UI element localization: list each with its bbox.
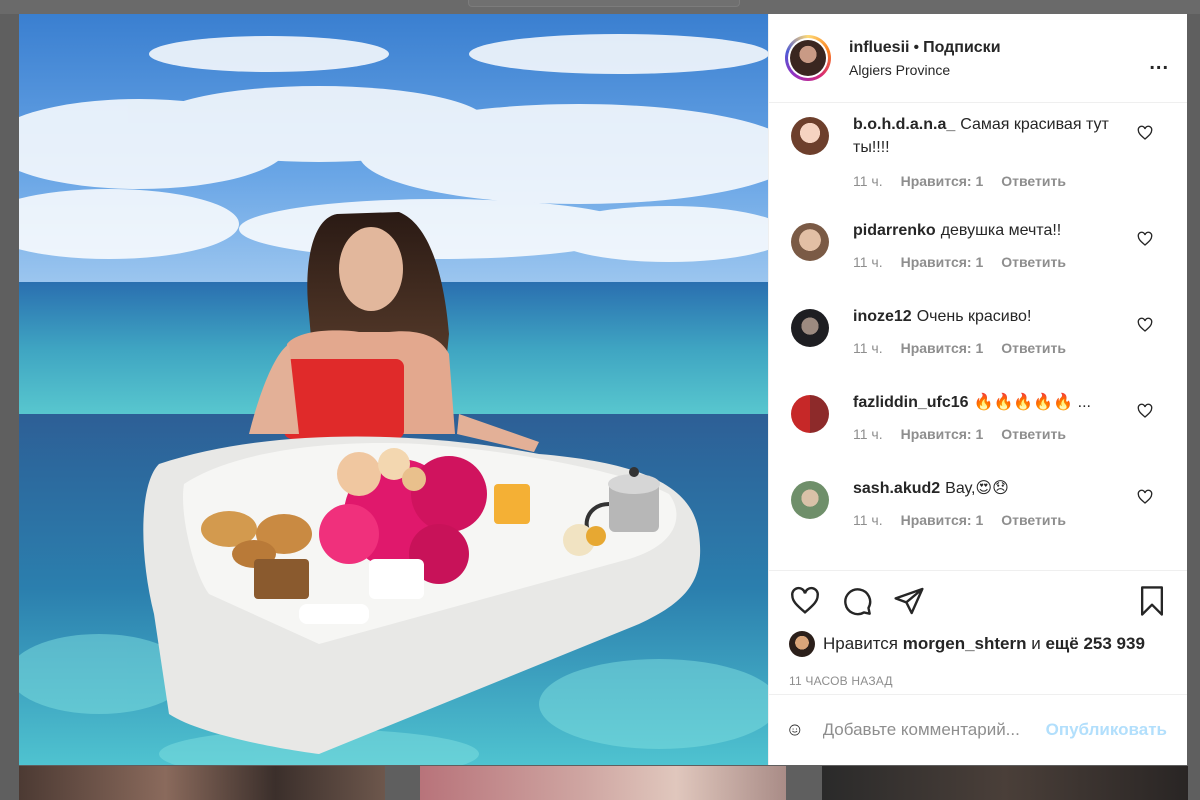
comment-likes[interactable]: Нравится: 1: [901, 340, 984, 356]
add-comment-bar: Опубликовать: [769, 694, 1187, 765]
comment-likes[interactable]: Нравится: 1: [901, 173, 984, 189]
comment-heart-icon[interactable]: [1137, 489, 1153, 505]
comment-item: b.o.h.d.a.n.a_ Самая красивая тут ты!!!! …: [769, 113, 1187, 191]
post-photo[interactable]: [19, 14, 768, 765]
likes-count[interactable]: ещё 253 939: [1045, 634, 1144, 654]
comment-time[interactable]: 11 ч.: [853, 254, 883, 270]
comment-item: fazliddin_ufc16 🔥🔥🔥🔥🔥 ... 11 ч. Нравится: …: [769, 391, 1187, 477]
comment-text: Вау,😍😞: [945, 480, 1009, 497]
post-time[interactable]: 11 ЧАСОВ НАЗАД: [789, 674, 1167, 688]
comment-heart-icon[interactable]: [1137, 125, 1153, 141]
comment-likes[interactable]: Нравится: 1: [901, 512, 984, 528]
liker-username[interactable]: morgen_shtern: [903, 634, 1027, 654]
comment-heart-icon[interactable]: [1137, 403, 1153, 419]
commenter-avatar[interactable]: [791, 395, 829, 433]
comment-username[interactable]: inoze12: [853, 308, 912, 325]
comment-item: sash.akud2 Вау,😍😞 11 ч. Нравится: 1 Ответит…: [769, 477, 1187, 563]
more-icon[interactable]: ...: [1149, 52, 1169, 75]
comment-item: pidarrenko девушка мечта!! 11 ч. Нравится:…: [769, 219, 1187, 305]
separator-dot: •: [913, 39, 920, 56]
comment-username[interactable]: pidarrenko: [853, 222, 936, 239]
post-location[interactable]: Algiers Province: [849, 62, 1001, 78]
background-post-thumbnail: [420, 766, 786, 800]
comment-username[interactable]: b.o.h.d.a.n.a_: [853, 116, 955, 133]
post-side-panel: influesii • Подписки Algiers Province ... …: [768, 14, 1187, 765]
comment-text: 🔥🔥🔥🔥🔥 ...: [973, 394, 1091, 411]
emoji-icon[interactable]: [789, 715, 801, 745]
reply-button[interactable]: Ответить: [1001, 426, 1066, 442]
background-search-bar: [468, 0, 740, 7]
comment-likes[interactable]: Нравится: 1: [901, 426, 984, 442]
comment-username[interactable]: sash.akud2: [853, 480, 940, 497]
comment-time[interactable]: 11 ч.: [853, 512, 883, 528]
author-avatar[interactable]: [785, 35, 831, 81]
comment-likes[interactable]: Нравится: 1: [901, 254, 984, 270]
comment-username[interactable]: fazliddin_ufc16: [853, 394, 969, 411]
likes-middle: и: [1031, 634, 1041, 653]
commenter-avatar[interactable]: [791, 223, 829, 261]
commenter-avatar[interactable]: [791, 309, 829, 347]
post-photo-image: [19, 14, 768, 765]
commenter-avatar[interactable]: [791, 481, 829, 519]
likes-prefix: Нравится: [823, 634, 899, 653]
comment-time[interactable]: 11 ч.: [853, 340, 883, 356]
bookmark-icon[interactable]: [1137, 585, 1167, 617]
author-username[interactable]: influesii: [849, 39, 909, 56]
comment-item: inoze12 Очень красиво! 11 ч. Нравится: 1 От…: [769, 305, 1187, 391]
commenter-avatar[interactable]: [791, 117, 829, 155]
comment-text: девушка мечта!!: [940, 222, 1062, 239]
liker-avatar[interactable]: [789, 631, 815, 657]
comment-input[interactable]: [820, 719, 1046, 741]
reply-button[interactable]: Ответить: [1001, 173, 1066, 189]
comment-heart-icon[interactable]: [1137, 231, 1153, 247]
post-header: influesii • Подписки Algiers Province ...: [769, 14, 1187, 103]
comment-time[interactable]: 11 ч.: [853, 173, 883, 189]
comment-time[interactable]: 11 ч.: [853, 426, 883, 442]
comment-text: Очень красиво!: [916, 308, 1032, 325]
follow-button[interactable]: Подписки: [923, 39, 1000, 56]
comment-heart-icon[interactable]: [1137, 317, 1153, 333]
post-modal: influesii • Подписки Algiers Province ... …: [19, 14, 1187, 765]
post-actions: Нравится morgen_shtern и ещё 253 939 11 …: [769, 570, 1187, 694]
background-post-thumbnail: [19, 766, 385, 800]
reply-button[interactable]: Ответить: [1001, 340, 1066, 356]
reply-button[interactable]: Ответить: [1001, 254, 1066, 270]
background-post-thumbnail: [822, 766, 1188, 800]
heart-icon[interactable]: [789, 585, 821, 617]
publish-button[interactable]: Опубликовать: [1046, 720, 1167, 740]
comment-icon[interactable]: [841, 585, 873, 617]
share-icon[interactable]: [893, 585, 925, 617]
comments-list: b.o.h.d.a.n.a_ Самая красивая тут ты!!!! …: [769, 103, 1187, 570]
reply-button[interactable]: Ответить: [1001, 512, 1066, 528]
likes-summary: Нравится morgen_shtern и ещё 253 939: [789, 631, 1167, 657]
